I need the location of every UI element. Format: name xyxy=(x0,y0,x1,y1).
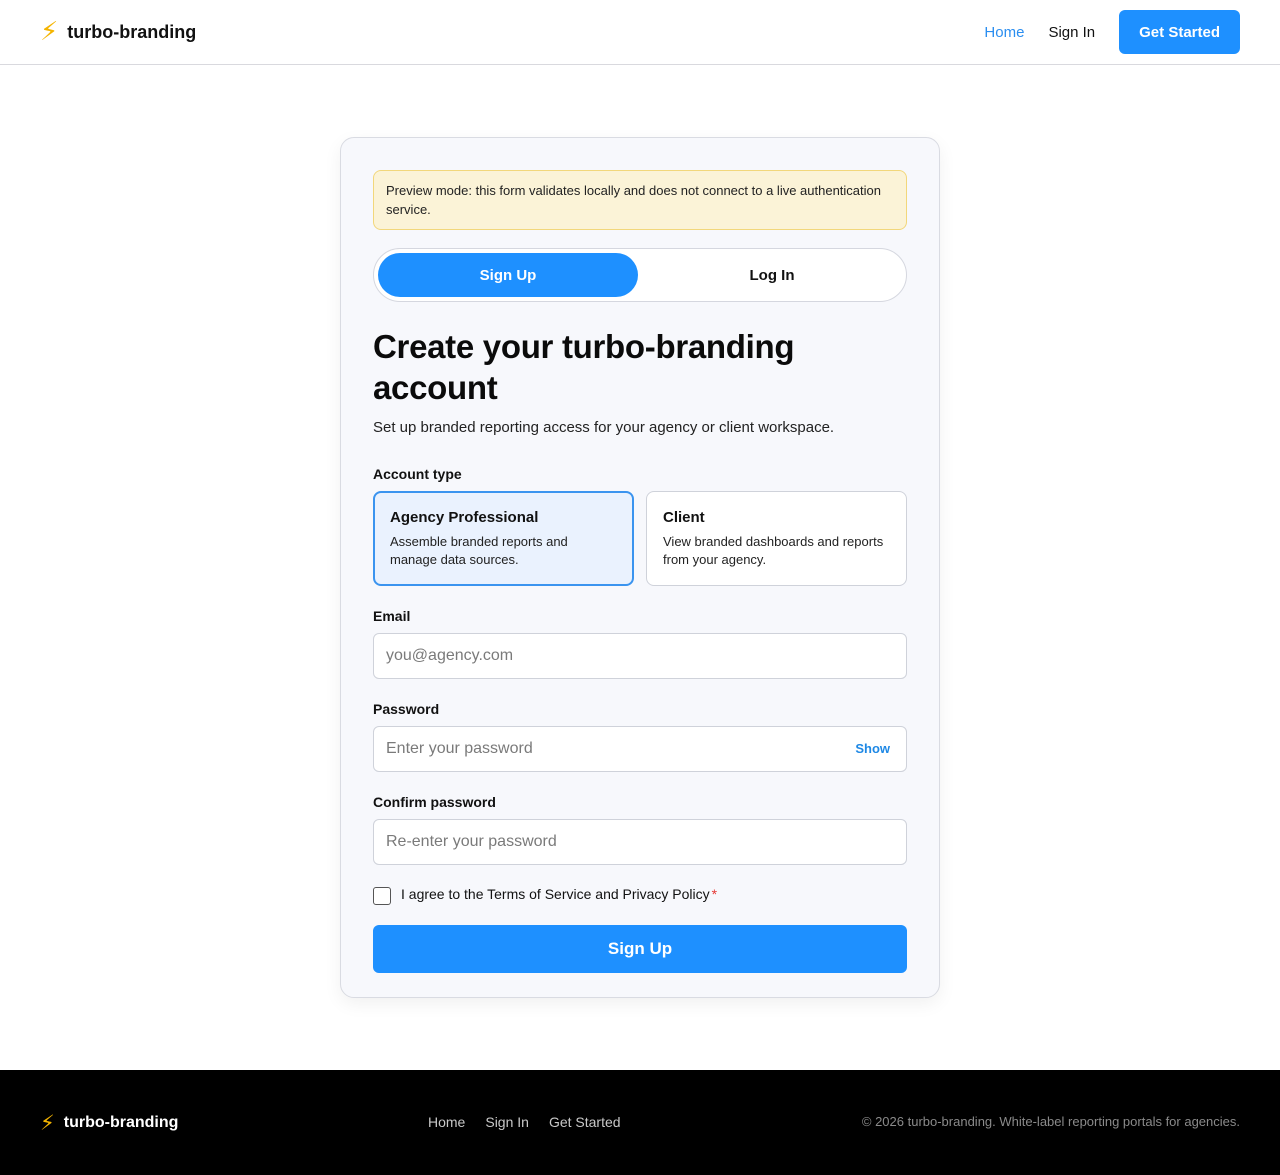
footer-home-link[interactable]: Home xyxy=(428,1114,465,1130)
auth-mode-toggle: Sign Up Log In xyxy=(373,248,907,302)
sign-up-submit-button[interactable]: Sign Up xyxy=(373,925,907,973)
footer-sign-in-link[interactable]: Sign In xyxy=(485,1114,529,1130)
password-field[interactable] xyxy=(373,726,907,772)
account-type-options: Agency Professional Assemble branded rep… xyxy=(373,491,907,586)
password-label: Password xyxy=(373,701,440,717)
brand-name: turbo-branding xyxy=(67,21,197,42)
footer-copyright: © 2026 turbo-branding. White-label repor… xyxy=(861,1114,1240,1129)
confirm-password-field[interactable] xyxy=(373,819,907,865)
password-wrapper: Show xyxy=(373,726,907,772)
account-type-agency[interactable]: Agency Professional Assemble branded rep… xyxy=(373,491,634,586)
nav-home-link[interactable]: Home xyxy=(984,24,1024,41)
page-title: Create your turbo-branding account xyxy=(373,328,795,406)
site-header: ⚡ turbo-branding Home Sign In Get Starte… xyxy=(0,0,1280,65)
account-type-title: Client xyxy=(663,509,705,526)
terms-agreement: I agree to the Terms of Service and Priv… xyxy=(373,885,907,905)
toggle-log-in[interactable]: Log In xyxy=(642,253,902,297)
preview-notice: Preview mode: this form validates locall… xyxy=(373,170,907,230)
nav-sign-in-link[interactable]: Sign In xyxy=(1048,24,1095,41)
site-footer: ⚡ turbo-branding Home Sign In Get Starte… xyxy=(0,1070,1280,1175)
email-field[interactable] xyxy=(373,633,907,679)
toggle-sign-up[interactable]: Sign Up xyxy=(378,253,638,297)
account-type-desc: View branded dashboards and reports from… xyxy=(663,534,884,567)
footer-brand[interactable]: ⚡ turbo-branding xyxy=(40,1111,178,1135)
show-password-button[interactable]: Show xyxy=(855,741,890,756)
account-type-client[interactable]: Client View branded dashboards and repor… xyxy=(646,491,907,586)
footer-nav: Home Sign In Get Started xyxy=(428,1114,641,1130)
account-type-desc: Assemble branded reports and manage data… xyxy=(390,534,568,567)
page-subtitle: Set up branded reporting access for your… xyxy=(373,419,835,436)
lightning-bolt-icon: ⚡ xyxy=(40,17,59,47)
signup-card: Preview mode: this form validates locall… xyxy=(340,137,940,998)
brand-logo[interactable]: ⚡ turbo-branding xyxy=(40,16,196,48)
terms-text: I agree to the Terms of Service and Priv… xyxy=(401,886,710,902)
confirm-password-label: Confirm password xyxy=(373,794,496,810)
top-nav: Home Sign In Get Started xyxy=(984,10,1240,54)
account-type-label: Account type xyxy=(373,466,462,482)
footer-get-started-link[interactable]: Get Started xyxy=(549,1114,621,1130)
terms-label: I agree to the Terms of Service and Priv… xyxy=(401,885,717,903)
account-type-title: Agency Professional xyxy=(390,509,539,526)
lightning-bolt-icon: ⚡ xyxy=(40,1110,55,1135)
footer-brand-name: turbo-branding xyxy=(63,1114,179,1131)
terms-checkbox[interactable] xyxy=(373,887,391,905)
required-mark: * xyxy=(711,886,718,902)
get-started-button[interactable]: Get Started xyxy=(1119,10,1240,54)
email-label: Email xyxy=(373,608,411,624)
